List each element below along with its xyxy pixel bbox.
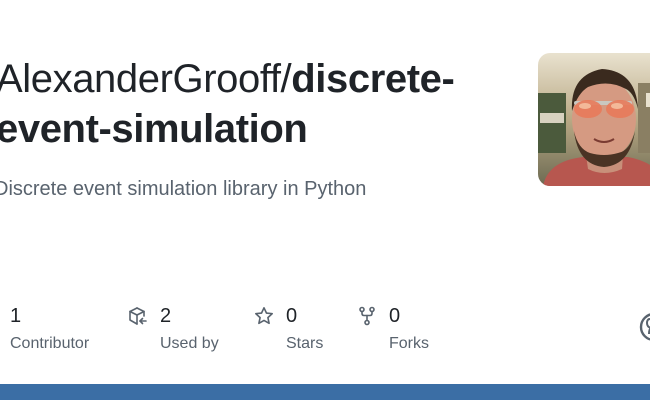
repo-name-part2[interactable]: event-simulation (0, 104, 516, 154)
package-dependents-icon (128, 306, 148, 326)
bottom-accent-bar (0, 384, 650, 400)
star-icon (254, 306, 274, 326)
repo-forked-icon (357, 306, 377, 326)
owner-avatar (538, 53, 650, 186)
repo-description: Discrete event simulation library in Pyt… (0, 178, 367, 200)
used-by-label: Used by (160, 335, 219, 352)
used-by-count: 2 (160, 305, 172, 327)
stars-label: Stars (286, 335, 324, 352)
stars-count: 0 (286, 305, 298, 327)
repo-name-part1[interactable]: discrete- (291, 57, 455, 101)
repo-title: AlexanderGrooff/discrete- event-simulati… (0, 54, 516, 154)
contributors-count: 1 (10, 305, 22, 327)
github-mark-icon (639, 312, 650, 342)
repo-owner[interactable]: AlexanderGrooff/ (0, 57, 292, 101)
forks-count: 0 (389, 305, 401, 327)
contributors-label: Contributor (10, 335, 90, 352)
forks-label: Forks (389, 335, 429, 352)
